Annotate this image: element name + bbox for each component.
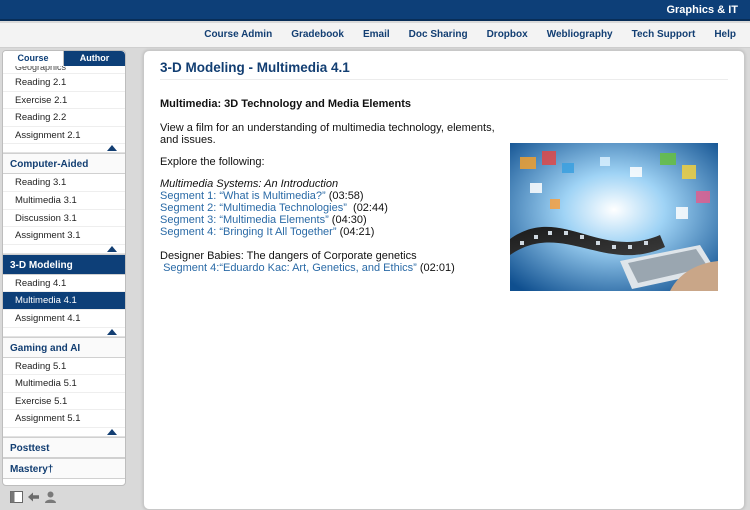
- section-computer-aided[interactable]: Computer-Aided: [3, 153, 125, 175]
- sidebar-item-reading-2-2[interactable]: Reading 2.2: [3, 109, 125, 127]
- multimedia-illustration[interactable]: [510, 143, 718, 291]
- top-bar: Graphics & IT: [0, 0, 750, 21]
- course-sidebar: Course Author Geographics Reading 2.1 Ex…: [2, 50, 126, 486]
- segment-link[interactable]: Segment 2: “Multimedia Technologies”: [160, 202, 347, 214]
- collapse-toggle[interactable]: [3, 428, 125, 437]
- lesson-subheading: Multimedia: 3D Technology and Media Elem…: [160, 98, 412, 110]
- segment-link[interactable]: Segment 1: “What is Multimedia?”: [160, 190, 326, 202]
- chevron-up-icon: [107, 428, 117, 435]
- collapse-toggle[interactable]: [3, 144, 125, 154]
- chevron-up-icon: [107, 145, 117, 152]
- sidebar-item-reading-5-1[interactable]: Reading 5.1: [3, 358, 125, 376]
- sidebar-tabs: Course Author: [3, 51, 125, 66]
- segment-duration: (03:58): [328, 190, 364, 202]
- segment-duration: (04:21): [339, 226, 375, 238]
- nav-help[interactable]: Help: [714, 29, 736, 40]
- chevron-up-icon: [107, 328, 117, 335]
- sidebar-item-assignment-4-1[interactable]: Assignment 4.1: [3, 310, 125, 328]
- section-3d-modeling[interactable]: 3-D Modeling: [3, 253, 125, 275]
- sidebar-footer-tools: [10, 491, 57, 503]
- nav-email[interactable]: Email: [363, 29, 390, 40]
- explore-label: Explore the following:: [160, 156, 265, 168]
- back-arrow-icon[interactable]: [27, 491, 40, 503]
- lesson-body: Multimedia: 3D Technology and Media Elem…: [160, 98, 500, 274]
- user-icon[interactable]: [44, 491, 57, 503]
- designer-heading: Designer Babies: The dangers of Corporat…: [160, 250, 417, 262]
- nav-course-admin[interactable]: Course Admin: [204, 29, 272, 40]
- brand-title: Graphics & IT: [666, 4, 738, 16]
- sidebar-item-exercise-2-1[interactable]: Exercise 2.1: [3, 92, 125, 110]
- nav-tech-support[interactable]: Tech Support: [632, 29, 696, 40]
- segment-link[interactable]: Segment 4:“Eduardo Kac: Art, Genetics, a…: [163, 262, 417, 274]
- sidebar-item-multimedia-5-1[interactable]: Multimedia 5.1: [3, 375, 125, 393]
- collapse-toggle[interactable]: [3, 245, 125, 254]
- nav-doc-sharing[interactable]: Doc Sharing: [409, 29, 468, 40]
- sidebar-item-assignment-5-1[interactable]: Assignment 5.1: [3, 410, 125, 428]
- sidebar-item-assignment-2-1[interactable]: Assignment 2.1: [3, 127, 125, 145]
- title-divider: [160, 79, 728, 80]
- nav-dropbox[interactable]: Dropbox: [487, 29, 528, 40]
- tab-author[interactable]: Author: [64, 51, 125, 66]
- segment-duration: (04:30): [331, 214, 367, 226]
- chevron-up-icon: [107, 245, 117, 252]
- sidebar-item-multimedia-3-1[interactable]: Multimedia 3.1: [3, 192, 125, 210]
- sidebar-item-assignment-3-1[interactable]: Assignment 3.1: [3, 227, 125, 245]
- section-gaming-ai[interactable]: Gaming and AI: [3, 336, 125, 358]
- panel-toggle-icon[interactable]: [10, 491, 23, 503]
- sidebar-item-reading-2-1[interactable]: Reading 2.1: [3, 74, 125, 92]
- segment-row: Segment 2: “Multimedia Technologies” (02…: [160, 202, 500, 214]
- nav-webliography[interactable]: Webliography: [547, 29, 613, 40]
- sidebar-item-reading-4-1[interactable]: Reading 4.1: [3, 275, 125, 293]
- sidebar-item-reading-3-1[interactable]: Reading 3.1: [3, 174, 125, 192]
- segment-duration: (02:44): [353, 202, 388, 214]
- section-mastery[interactable]: Mastery†: [3, 457, 125, 479]
- segment-row: Segment 4:“Eduardo Kac: Art, Genetics, a…: [160, 262, 500, 274]
- course-outline: Geographics Reading 2.1 Exercise 2.1 Rea…: [3, 66, 125, 479]
- segment-duration: (02:01): [419, 262, 455, 274]
- segment-row: Segment 1: “What is Multimedia?” (03:58): [160, 190, 500, 202]
- segment-link[interactable]: Segment 4: “Bringing It All Together”: [160, 226, 337, 238]
- nav-gradebook[interactable]: Gradebook: [291, 29, 344, 40]
- lesson-intro: View a film for an understanding of mult…: [160, 122, 495, 146]
- sidebar-item-discussion-3-1[interactable]: Discussion 3.1: [3, 210, 125, 228]
- tab-course[interactable]: Course: [3, 51, 64, 66]
- sidebar-item-exercise-5-1[interactable]: Exercise 5.1: [3, 393, 125, 411]
- sidebar-item-geographics[interactable]: Geographics: [3, 66, 125, 74]
- course-nav: Course Admin Gradebook Email Doc Sharing…: [0, 23, 750, 48]
- main-content: 3-D Modeling - Multimedia 4.1 Multimedia…: [143, 50, 745, 510]
- segment-link[interactable]: Segment 3: “Multimedia Elements”: [160, 214, 329, 226]
- section-posttest[interactable]: Posttest: [3, 436, 125, 458]
- segment-row: Segment 4: “Bringing It All Together” (0…: [160, 226, 500, 238]
- segment-row: Segment 3: “Multimedia Elements” (04:30): [160, 214, 500, 226]
- collapse-toggle[interactable]: [3, 328, 125, 337]
- series-title: Multimedia Systems: An Introduction: [160, 178, 339, 190]
- page-title: 3-D Modeling - Multimedia 4.1: [160, 60, 350, 75]
- sidebar-item-multimedia-4-1[interactable]: Multimedia 4.1: [3, 292, 125, 310]
